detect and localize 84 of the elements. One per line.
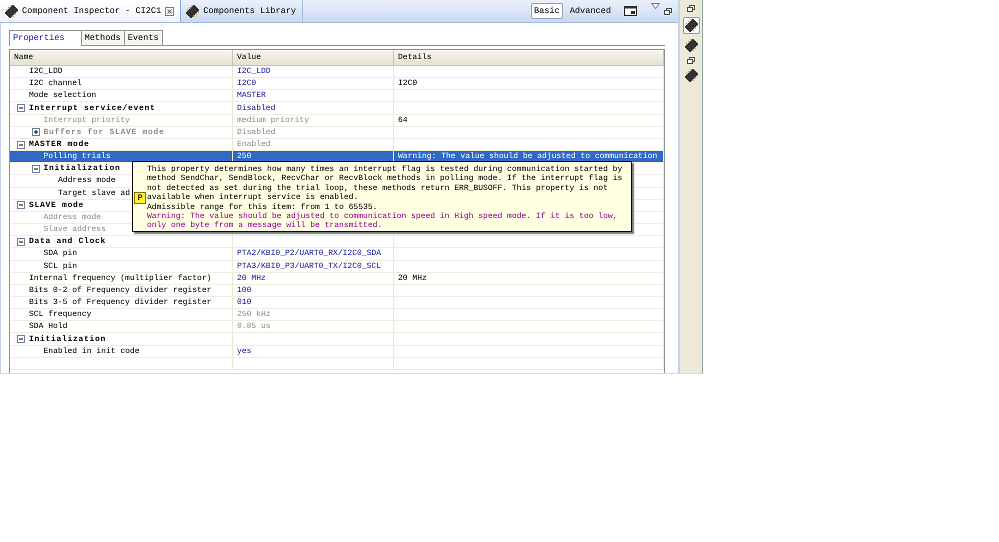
- property-name: SCL pin: [44, 260, 78, 272]
- property-value[interactable]: PTA2/KBI0_P2/UART0_RX/I2C0_SDA: [237, 248, 382, 260]
- dropdown-icon[interactable]: [651, 3, 660, 9]
- minus-icon[interactable]: [17, 104, 25, 112]
- property-value[interactable]: Disabled: [237, 102, 276, 114]
- editor-tab[interactable]: Component Inspector - CI2C1: [0, 0, 182, 22]
- layout-icon[interactable]: [624, 6, 637, 16]
- view-mode-button[interactable]: Advanced: [566, 3, 614, 19]
- table-row[interactable]: I2C channel I2C0 I2C0: [10, 78, 664, 90]
- property-name: Initialization: [29, 334, 106, 345]
- property-name: I2C channel: [29, 78, 82, 90]
- property-name: Enabled in init code: [44, 346, 140, 357]
- inspector-tab[interactable]: Events: [124, 30, 163, 45]
- restore-icon[interactable]: [687, 57, 695, 64]
- minus-icon[interactable]: [17, 140, 25, 149]
- property-name: Internal frequency (multiplier factor): [29, 272, 212, 284]
- table-row[interactable]: Mode selection MASTER: [10, 90, 664, 102]
- table-row[interactable]: I2C_LDD I2C_LDD: [10, 66, 664, 78]
- property-name: Address mode: [58, 175, 116, 186]
- table-row[interactable]: SDA Hold 0.85 us: [10, 321, 664, 334]
- restore-icon[interactable]: [664, 8, 672, 14]
- property-name: SDA pin: [44, 248, 78, 260]
- property-name: Interrupt service/event: [29, 102, 156, 114]
- table-row[interactable]: Data and Clock: [10, 236, 664, 248]
- property-name: Initialization: [44, 163, 121, 174]
- chip-icon: [5, 4, 18, 18]
- table-row[interactable]: Bits 3-5 of Frequency divider register 010: [10, 296, 664, 310]
- minus-icon[interactable]: [17, 335, 25, 344]
- chip-icon: [684, 69, 698, 82]
- property-name: SDA Hold: [29, 321, 68, 332]
- table-row[interactable]: SCL frequency 250 kHz: [10, 309, 664, 322]
- property-name: Mode selection: [29, 90, 96, 102]
- property-name: Target slave ad: [58, 188, 130, 199]
- table-row[interactable]: Interrupt service/event Disabled: [10, 102, 664, 115]
- property-name: Bits 3-5 of Frequency divider register: [29, 297, 212, 308]
- property-details: 64: [398, 114, 408, 126]
- view-mode-button[interactable]: Basic: [530, 3, 563, 19]
- property-name: Slave address: [44, 224, 106, 236]
- chip-icon: [684, 19, 698, 32]
- property-value[interactable]: PTA3/KBI0_P3/UART0_TX/I2C0_SCL: [237, 260, 382, 272]
- property-details: I2C0: [398, 78, 418, 90]
- property-name: Bits 0-2 of Frequency divider register: [29, 284, 212, 296]
- table-row[interactable]: Bits 0-2 of Frequency divider register 100: [10, 284, 664, 297]
- minus-icon[interactable]: [32, 164, 40, 173]
- minus-icon[interactable]: [17, 238, 25, 246]
- property-name: SLAVE mode: [29, 200, 84, 211]
- table-row[interactable]: Internal frequency (multiplier factor) 20 MHz 20 MHz: [10, 272, 664, 285]
- property-value[interactable]: I2C_LDD: [237, 66, 271, 78]
- table-row[interactable]: Initialization: [10, 333, 664, 346]
- property-name: Polling trials: [44, 151, 111, 162]
- table-row[interactable]: SDA pin PTA2/KBI0_P2/UART0_RX/I2C0_SDA: [10, 248, 664, 260]
- property-details: Warning: The value should be adjusted to communication: [398, 151, 658, 162]
- property-name: SCL frequency: [29, 309, 92, 320]
- tooltip-warning: Warning: The value should be adjusted to communication speed in High speed mode. If it is too low, only one byte from a message will be transmitted.: [147, 212, 618, 231]
- column-header[interactable]: Value: [233, 50, 394, 65]
- table-row[interactable]: SCL pin PTA3/KBI0_P3/UART0_TX/I2C0_SCL: [10, 260, 664, 273]
- inspector-tab[interactable]: Methods: [80, 30, 125, 45]
- property-badge: P: [134, 192, 146, 204]
- property-value[interactable]: I2C0: [237, 78, 256, 90]
- table-row[interactable]: Enabled in init code yes: [10, 346, 664, 358]
- property-name: I2C_LDD: [29, 66, 63, 78]
- property-name: Interrupt priority: [44, 114, 130, 126]
- property-name: Buffers for SLAVE mode: [44, 126, 165, 138]
- property-value[interactable]: 250: [237, 151, 252, 162]
- property-value[interactable]: 100: [237, 284, 252, 296]
- property-value[interactable]: yes: [237, 346, 252, 357]
- column-header[interactable]: Name: [10, 50, 233, 65]
- property-name: MASTER mode: [29, 139, 90, 150]
- property-details: 20 MHz: [398, 272, 427, 284]
- property-name: Data and Clock: [29, 236, 106, 248]
- minus-icon[interactable]: [17, 201, 25, 210]
- property-name: Address mode: [44, 212, 102, 223]
- property-value[interactable]: 20 MHz: [237, 272, 266, 284]
- close-icon[interactable]: [165, 6, 174, 16]
- inspector-tab[interactable]: Properties: [9, 30, 82, 46]
- editor-tab[interactable]: Components Library: [181, 0, 304, 22]
- tooltip-range: Admissible range for this item: from 1 to 65535.: [147, 202, 378, 212]
- restore-icon[interactable]: [687, 5, 695, 12]
- tooltip-description: This property determines how many times an interrupt flag is tested during communication started by method SendChar, SendBlock, RecvChar or RecvBlock methods in polling mode. If the interrupt flag is not detected as set during the trial loop, these methods return ERR_BUSOFF. This property is not available when interrupt service is enabled.: [147, 165, 624, 203]
- property-value[interactable]: 010: [237, 297, 252, 308]
- column-header[interactable]: Details: [394, 50, 664, 65]
- chip-icon: [186, 4, 200, 18]
- chip-icon: [684, 39, 698, 52]
- property-value[interactable]: MASTER: [237, 90, 266, 102]
